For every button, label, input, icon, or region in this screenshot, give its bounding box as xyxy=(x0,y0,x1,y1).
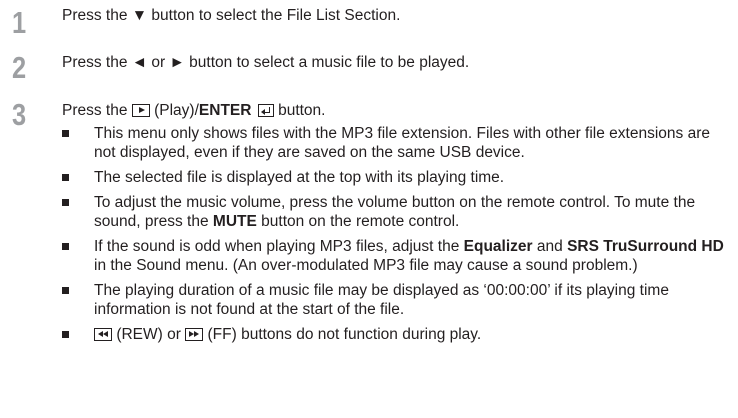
notes-list: This menu only shows files with the MP3 … xyxy=(62,124,732,350)
note-text: The selected file is displayed at the to… xyxy=(94,169,505,186)
step-3-prefix: Press the xyxy=(62,102,128,119)
step-1-text: Press the ▼ button to select the File Li… xyxy=(62,7,401,24)
note-text: and xyxy=(536,238,563,255)
note-text: If the sound is odd when playing MP3 fil… xyxy=(94,238,460,255)
step-2-text: Press the ◄ or ► button to select a musi… xyxy=(62,54,470,71)
note-text: button on the remote control. xyxy=(261,213,460,230)
step-number-1: 1 xyxy=(12,5,27,40)
bullet-square-icon xyxy=(62,199,69,206)
note-item: The playing duration of a music file may… xyxy=(62,281,732,319)
note-text: This menu only shows files with the MP3 … xyxy=(94,125,710,161)
note-item: To adjust the music volume, press the vo… xyxy=(62,193,732,231)
step-number-2: 2 xyxy=(12,50,27,85)
step-3-play-label: (Play)/ xyxy=(154,102,199,119)
bullet-square-icon xyxy=(62,130,69,137)
equalizer-label: Equalizer xyxy=(463,238,533,255)
note-text: (REW) or xyxy=(116,326,181,343)
bullet-square-icon xyxy=(62,287,69,294)
note-item: The selected file is displayed at the to… xyxy=(62,168,732,187)
bullet-square-icon xyxy=(62,174,69,181)
note-item: If the sound is odd when playing MP3 fil… xyxy=(62,237,732,275)
enter-label: ENTER xyxy=(198,102,252,119)
mute-label: MUTE xyxy=(212,213,257,230)
note-text: The playing duration of a music file may… xyxy=(94,282,669,318)
rewind-button-icon xyxy=(94,328,112,341)
note-item: (REW) or (FF) buttons do not function du… xyxy=(62,325,732,344)
step-number-3: 3 xyxy=(12,97,27,132)
bullet-square-icon xyxy=(62,243,69,250)
play-button-icon xyxy=(131,104,150,117)
enter-return-icon xyxy=(257,104,274,117)
fast-forward-button-icon xyxy=(185,328,204,341)
step-3-text: Press the (Play)/ENTER button. xyxy=(62,101,325,120)
srs-label: SRS TruSurround HD xyxy=(567,238,724,255)
step-3-suffix: button. xyxy=(278,102,326,119)
note-item: This menu only shows files with the MP3 … xyxy=(62,124,732,162)
bullet-square-icon xyxy=(62,331,69,338)
note-text: in the Sound menu. (An over-modulated MP… xyxy=(94,257,638,274)
note-text: (FF) buttons do not function during play… xyxy=(207,326,482,343)
